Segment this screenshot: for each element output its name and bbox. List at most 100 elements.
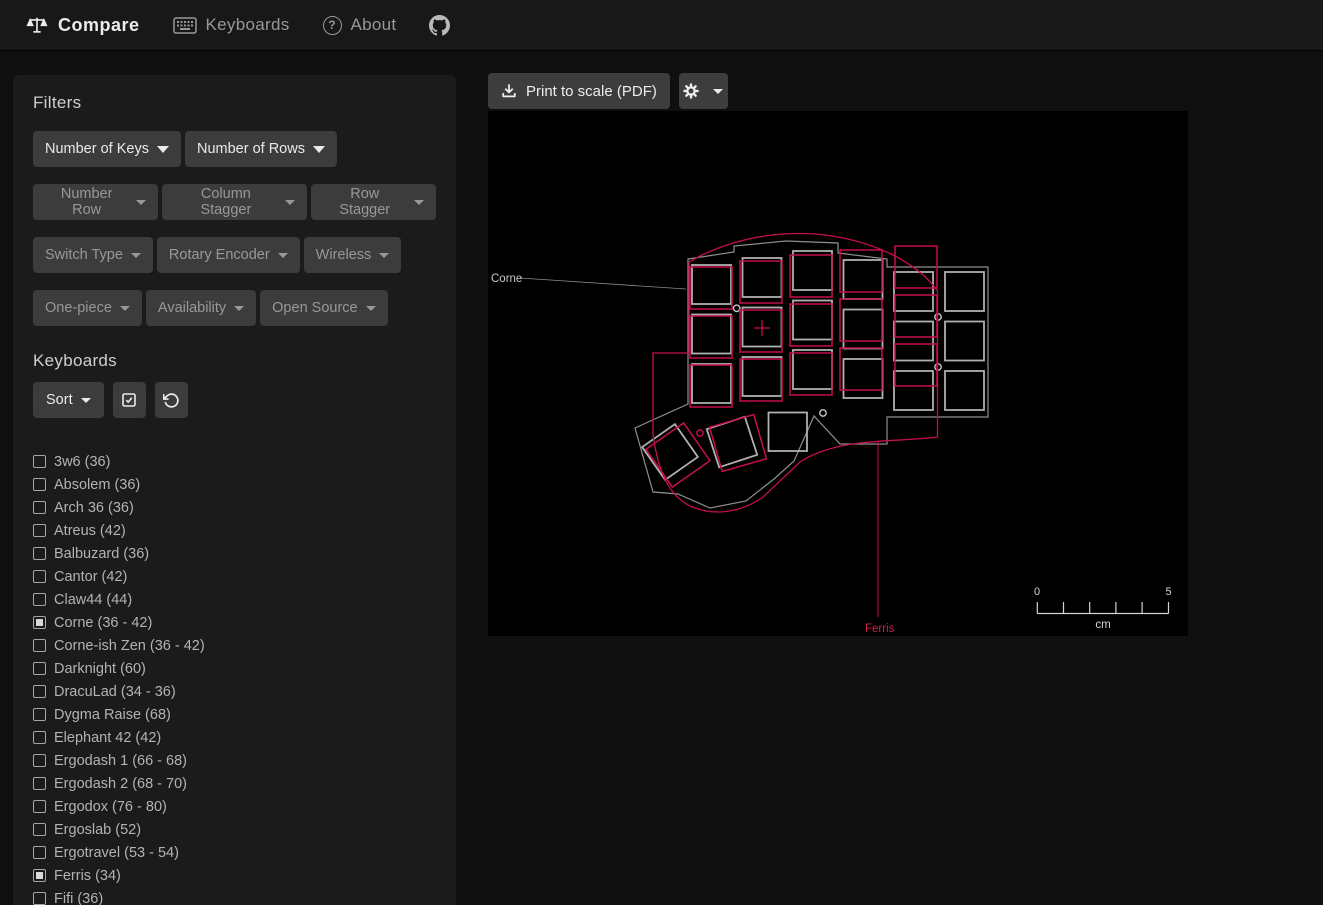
keyboard-checkbox[interactable] (33, 455, 46, 468)
canvas-toolbar: Print to scale (PDF) (488, 73, 728, 109)
filter-column-stagger[interactable]: Column Stagger (162, 184, 307, 220)
filter-rotary-encoder[interactable]: Rotary Encoder (157, 237, 300, 273)
caret-down-icon (313, 146, 325, 153)
keyboard-list: 3w6 (36) Absolem (36) Arch 36 (36) Atreu… (33, 450, 436, 905)
scale-ruler: 0 5 cm (1034, 586, 1172, 631)
filter-row-4: One-piece Availability Open Source (33, 290, 436, 326)
question-circle-icon: ? (323, 16, 342, 35)
keyboards-title: Keyboards (33, 351, 436, 371)
keyboard-list-item[interactable]: Balbuzard (36) (33, 542, 436, 565)
caret-down-icon (379, 253, 389, 258)
rotate-ccw-icon (163, 392, 180, 409)
keyboards-toolbar: Sort (33, 382, 436, 418)
ruler-unit-label: cm (1095, 619, 1110, 631)
filter-number-row[interactable]: Number Row (33, 184, 158, 220)
caret-down-icon (157, 146, 169, 153)
filter-row-2: Number Row Column Stagger Row Stagger (33, 184, 436, 220)
settings-dropdown-button[interactable] (679, 73, 728, 109)
filter-row-stagger[interactable]: Row Stagger (311, 184, 436, 220)
keyboard-checkbox[interactable] (33, 892, 46, 905)
filter-availability[interactable]: Availability (146, 290, 256, 326)
check-square-icon (121, 392, 137, 408)
filter-row-1: Number of Keys Number of Rows (33, 131, 436, 167)
keyboard-list-item-corne[interactable]: Corne (36 - 42) (33, 611, 436, 634)
keyboard-checkbox[interactable] (33, 547, 46, 560)
github-link[interactable] (429, 15, 450, 36)
balance-scale-icon (26, 14, 48, 36)
keyboard-checkbox[interactable] (33, 478, 46, 491)
filter-number-of-rows[interactable]: Number of Rows (185, 131, 337, 167)
keyboard-list-item-ferris[interactable]: Ferris (34) (33, 864, 436, 887)
keyboard-overlay-svg: Corne Ferris 0 5 cm (488, 111, 1188, 636)
download-icon (501, 83, 517, 99)
filter-wireless[interactable]: Wireless (304, 237, 402, 273)
keyboard-checkbox[interactable] (33, 662, 46, 675)
nav-item-about[interactable]: ? About (323, 15, 397, 35)
keyboard-checkbox[interactable] (33, 846, 46, 859)
keyboard-checkbox[interactable] (33, 685, 46, 698)
caret-down-icon (285, 200, 295, 205)
filter-sidebar: Filters Number of Keys Number of Rows Nu… (13, 75, 456, 905)
keyboard-checkbox[interactable] (33, 869, 46, 882)
corne-label-group: Corne (491, 273, 686, 289)
caret-down-icon (278, 253, 288, 258)
keyboard-list-item[interactable]: 3w6 (36) (33, 450, 436, 473)
sort-button[interactable]: Sort (33, 382, 104, 418)
keyboard-checkbox[interactable] (33, 800, 46, 813)
nav-item-keyboards[interactable]: Keyboards (173, 15, 290, 35)
keyboard-checkbox[interactable] (33, 570, 46, 583)
keyboard-list-item[interactable]: DracuLad (34 - 36) (33, 680, 436, 703)
filter-switch-type[interactable]: Switch Type (33, 237, 153, 273)
caret-down-icon (81, 398, 91, 403)
filter-open-source[interactable]: Open Source (260, 290, 387, 326)
corne-outline (635, 241, 988, 508)
keyboard-list-item[interactable]: Arch 36 (36) (33, 496, 436, 519)
filter-row-3: Switch Type Rotary Encoder Wireless (33, 237, 436, 273)
keyboard-list-item[interactable]: Ergotravel (53 - 54) (33, 841, 436, 864)
nav-keyboards-label: Keyboards (206, 15, 290, 35)
keyboard-list-item[interactable]: Ergodash 2 (68 - 70) (33, 772, 436, 795)
keyboard-list-item[interactable]: Cantor (42) (33, 565, 436, 588)
keyboard-list-item[interactable]: Absolem (36) (33, 473, 436, 496)
gear-icon (683, 83, 699, 99)
keyboard-checkbox[interactable] (33, 731, 46, 744)
keyboard-list-item[interactable]: Ergodash 1 (66 - 68) (33, 749, 436, 772)
ferris-label-group: Ferris (865, 441, 895, 635)
filter-number-of-keys[interactable]: Number of Keys (33, 131, 181, 167)
keyboard-list-item[interactable]: Claw44 (44) (33, 588, 436, 611)
keyboard-checkbox[interactable] (33, 823, 46, 836)
comparison-canvas[interactable]: Corne Ferris 0 5 cm (488, 111, 1188, 636)
keyboard-checkbox[interactable] (33, 777, 46, 790)
filter-one-piece[interactable]: One-piece (33, 290, 142, 326)
ferris-center-cross (754, 320, 770, 336)
keyboard-list-item[interactable]: Dygma Raise (68) (33, 703, 436, 726)
caret-down-icon (131, 253, 141, 258)
print-to-scale-button[interactable]: Print to scale (PDF) (488, 73, 670, 109)
keyboard-checkbox[interactable] (33, 754, 46, 767)
keyboard-list-item[interactable]: Elephant 42 (42) (33, 726, 436, 749)
caret-down-icon (414, 200, 424, 205)
ruler-start-label: 0 (1034, 586, 1040, 598)
navbar: Compare Keyboards ? About (0, 0, 1323, 51)
keyboard-checkbox[interactable] (33, 524, 46, 537)
brand-link[interactable]: Compare (26, 14, 140, 36)
caret-down-icon (366, 306, 376, 311)
keyboard-list-item[interactable]: Corne-ish Zen (36 - 42) (33, 634, 436, 657)
keyboard-checkbox[interactable] (33, 639, 46, 652)
keyboard-icon (173, 17, 197, 34)
keyboard-checkbox[interactable] (33, 616, 46, 629)
reset-button[interactable] (155, 382, 188, 418)
keyboard-checkbox[interactable] (33, 593, 46, 606)
keyboard-list-item[interactable]: Atreus (42) (33, 519, 436, 542)
keyboard-list-item[interactable]: Ergodox (76 - 80) (33, 795, 436, 818)
nav-about-label: About (351, 15, 397, 35)
keyboard-checkbox[interactable] (33, 501, 46, 514)
select-all-button[interactable] (113, 382, 146, 418)
corne-case-outline (635, 241, 988, 508)
brand-label: Compare (58, 15, 140, 36)
filters-title: Filters (33, 93, 436, 113)
keyboard-list-item[interactable]: Ergoslab (52) (33, 818, 436, 841)
keyboard-checkbox[interactable] (33, 708, 46, 721)
keyboard-list-item[interactable]: Darknight (60) (33, 657, 436, 680)
keyboard-list-item[interactable]: Fifi (36) (33, 887, 436, 905)
